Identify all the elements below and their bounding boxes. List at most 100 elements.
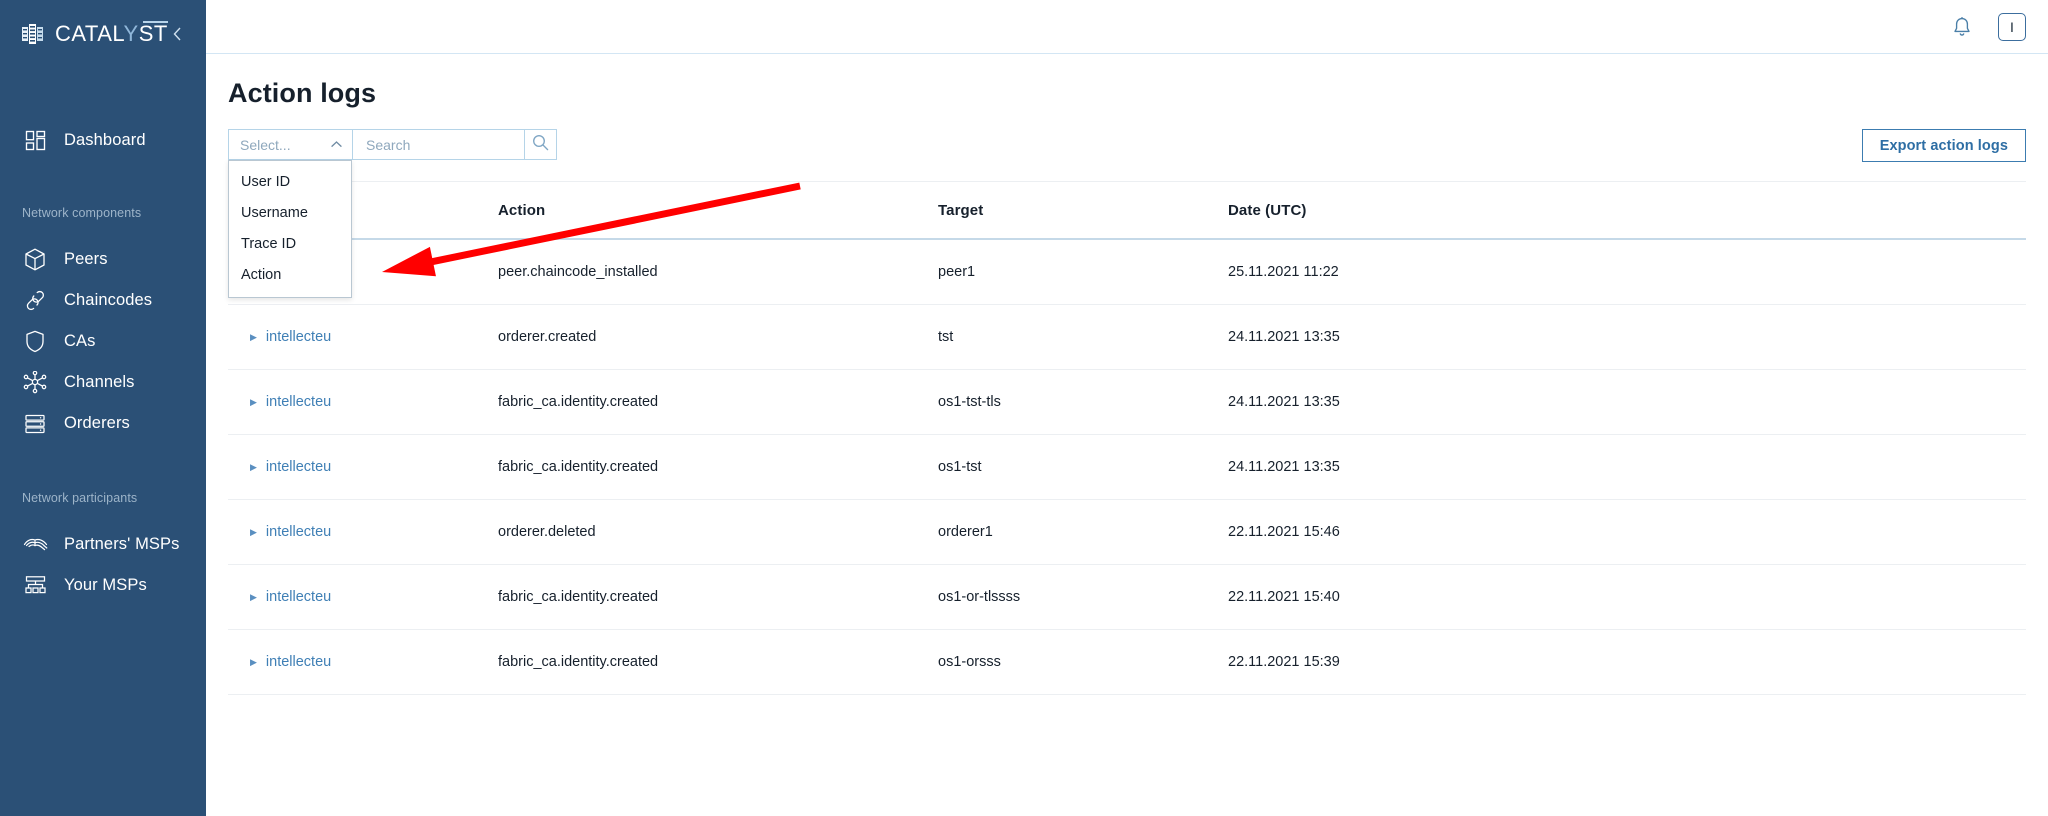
- bell-icon[interactable]: [1948, 13, 1976, 41]
- user-link[interactable]: intellecteu: [266, 589, 331, 605]
- toolbar: Select...: [228, 129, 2026, 160]
- cell-action: fabric_ca.identity.created: [498, 565, 938, 630]
- dropdown-option-trace-id[interactable]: Trace ID: [229, 228, 351, 259]
- sidebar-item-channels[interactable]: Channels: [0, 362, 206, 403]
- table-row[interactable]: ▶ intellecteu orderer.deleted orderer1 2…: [228, 500, 2026, 565]
- table-row[interactable]: ▶ intellecteu fabric_ca.identity.created…: [228, 435, 2026, 500]
- column-header-date[interactable]: Date (UTC): [1228, 182, 2026, 239]
- cell-action: peer.chaincode_installed: [498, 239, 938, 305]
- sidebar-header: CATALYST: [0, 0, 206, 68]
- triangle-right-icon[interactable]: ▶: [250, 528, 257, 537]
- cell-action: orderer.created: [498, 305, 938, 370]
- cell-date: 22.11.2021 15:40: [1228, 565, 2026, 630]
- network-nodes-icon: [22, 370, 48, 396]
- dropdown-option-user-id[interactable]: User ID: [229, 166, 351, 197]
- brand-wordmark: CATALYST: [55, 23, 168, 45]
- cell-date: 22.11.2021 15:39: [1228, 630, 2026, 695]
- cell-user: ▶ intellecteu: [228, 630, 498, 695]
- sidebar-item-orderers[interactable]: Orderers: [0, 403, 206, 444]
- cell-action: fabric_ca.identity.created: [498, 370, 938, 435]
- cell-action: fabric_ca.identity.created: [498, 435, 938, 500]
- cell-user: ▶ intellecteu: [228, 370, 498, 435]
- cell-target: os1-tst-tls: [938, 370, 1228, 435]
- cell-target: os1-tst: [938, 435, 1228, 500]
- dropdown-option-action[interactable]: Action: [229, 259, 351, 290]
- sidebar-item-partners-msps[interactable]: Partners' MSPs: [0, 524, 206, 565]
- filter-type-select-value: Select...: [240, 137, 291, 153]
- sidebar-item-label: Orderers: [64, 414, 130, 433]
- server-stack-icon: [22, 411, 48, 437]
- shield-icon: [22, 329, 48, 355]
- table-row[interactable]: ▶ intellecteu orderer.created tst 24.11.…: [228, 305, 2026, 370]
- search-icon: [532, 134, 549, 156]
- chevron-left-icon[interactable]: [168, 23, 188, 45]
- cell-user: ▶ intellecteu: [228, 305, 498, 370]
- cell-date: 22.11.2021 15:46: [1228, 500, 2026, 565]
- sidebar-item-label: Chaincodes: [64, 291, 152, 310]
- user-expand-cell[interactable]: ▶ intellecteu: [238, 654, 498, 670]
- triangle-right-icon[interactable]: ▶: [250, 398, 257, 407]
- triangle-right-icon[interactable]: ▶: [250, 658, 257, 667]
- sidebar-item-peers[interactable]: Peers: [0, 239, 206, 280]
- cube-icon: [22, 247, 48, 273]
- triangle-right-icon[interactable]: ▶: [250, 463, 257, 472]
- sidebar: CATALYST Dashboard Network components: [0, 0, 206, 816]
- triangle-right-icon[interactable]: ▶: [250, 593, 257, 602]
- dropdown-option-username[interactable]: Username: [229, 197, 351, 228]
- sidebar-item-label: Channels: [64, 373, 135, 392]
- column-header-target[interactable]: Target: [938, 182, 1228, 239]
- user-link[interactable]: intellecteu: [266, 394, 331, 410]
- user-expand-cell[interactable]: ▶ intellecteu: [238, 329, 498, 345]
- brand-text-accent: Y: [124, 21, 139, 46]
- brand-overline: [143, 21, 168, 23]
- action-logs-table-wrapper: Action Target Date (UTC) ▶ intellecteu: [228, 181, 2026, 695]
- sidebar-item-label: Partners' MSPs: [64, 535, 180, 554]
- user-link[interactable]: intellecteu: [266, 524, 331, 540]
- page-content: Action logs Select...: [206, 78, 2048, 695]
- user-expand-cell[interactable]: ▶ intellecteu: [238, 524, 498, 540]
- blocks-logo-icon: [22, 24, 46, 44]
- cell-target: peer1: [938, 239, 1228, 305]
- cell-user: ▶ intellecteu: [228, 565, 498, 630]
- user-link[interactable]: intellecteu: [266, 654, 331, 670]
- table-row[interactable]: ▶ intellecteu fabric_ca.identity.created…: [228, 370, 2026, 435]
- filter-group: Select...: [228, 129, 557, 160]
- brand-text-2: ST: [139, 21, 168, 46]
- cell-date: 25.11.2021 11:22: [1228, 239, 2026, 305]
- user-expand-cell[interactable]: ▶ intellecteu: [238, 459, 498, 475]
- cell-target: tst: [938, 305, 1228, 370]
- table-row[interactable]: ▶ intellecteu fabric_ca.identity.created…: [228, 565, 2026, 630]
- sidebar-item-your-msps[interactable]: Your MSPs: [0, 565, 206, 606]
- sidebar-item-cas[interactable]: CAs: [0, 321, 206, 362]
- filter-type-dropdown-menu: User ID Username Trace ID Action: [228, 160, 352, 298]
- table-head: Action Target Date (UTC): [228, 182, 2026, 239]
- sidebar-item-label: Your MSPs: [64, 576, 147, 595]
- brand[interactable]: CATALYST: [22, 23, 168, 45]
- sidebar-item-dashboard[interactable]: Dashboard: [0, 120, 206, 161]
- user-link[interactable]: intellecteu: [266, 329, 331, 345]
- avatar[interactable]: I: [1998, 13, 2026, 41]
- table-row[interactable]: ▶ intellecteu peer.chaincode_installed p…: [228, 239, 2026, 305]
- action-logs-table: Action Target Date (UTC) ▶ intellecteu: [228, 182, 2026, 695]
- cell-date: 24.11.2021 13:35: [1228, 435, 2026, 500]
- export-action-logs-button[interactable]: Export action logs: [1862, 129, 2026, 162]
- column-header-action[interactable]: Action: [498, 182, 938, 239]
- app-root: CATALYST Dashboard Network components: [0, 0, 2048, 816]
- handshake-icon: [22, 532, 48, 558]
- brand-text-1: CATAL: [55, 21, 124, 46]
- triangle-right-icon[interactable]: ▶: [250, 333, 257, 342]
- cell-target: os1-orsss: [938, 630, 1228, 695]
- sidebar-section-network-components: Network components: [0, 203, 206, 223]
- chevron-up-icon: [330, 140, 343, 149]
- search-field[interactable]: [352, 129, 524, 160]
- sidebar-item-chaincodes[interactable]: Chaincodes: [0, 280, 206, 321]
- sidebar-item-label: Dashboard: [64, 131, 146, 150]
- table-row[interactable]: ▶ intellecteu fabric_ca.identity.created…: [228, 630, 2026, 695]
- search-input[interactable]: [364, 136, 513, 154]
- filter-type-select[interactable]: Select...: [228, 129, 352, 160]
- user-link[interactable]: intellecteu: [266, 459, 331, 475]
- search-submit-button[interactable]: [524, 129, 557, 160]
- user-expand-cell[interactable]: ▶ intellecteu: [238, 589, 498, 605]
- page-title: Action logs: [228, 78, 2026, 109]
- user-expand-cell[interactable]: ▶ intellecteu: [238, 394, 498, 410]
